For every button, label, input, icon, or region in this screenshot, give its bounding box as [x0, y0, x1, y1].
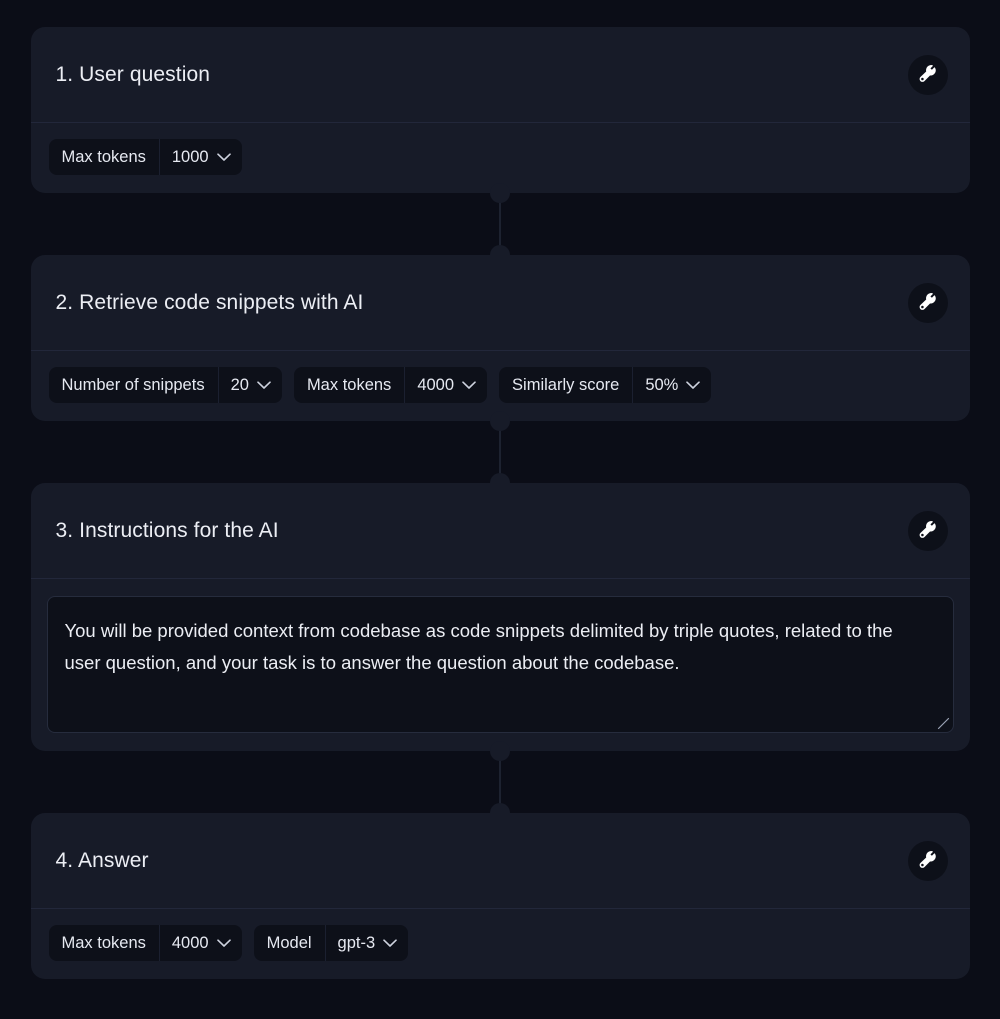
control-value: 50% — [645, 376, 678, 395]
step-4-controls: Max tokens 4000 Model gpt-3 — [31, 909, 970, 979]
control-max-tokens[interactable]: Max tokens 1000 — [49, 139, 242, 175]
control-label: Max tokens — [49, 139, 160, 175]
step-2-header: 2. Retrieve code snippets with AI — [31, 255, 970, 351]
control-value-wrap[interactable]: 4000 — [405, 367, 487, 403]
chevron-down-icon — [462, 376, 476, 395]
step-3-body: You will be provided context from codeba… — [31, 579, 970, 751]
step-4-header: 4. Answer — [31, 813, 970, 909]
control-value: 4000 — [172, 934, 209, 953]
chevron-down-icon — [383, 934, 397, 953]
step-1-title: 1. User question — [56, 62, 211, 87]
connector-2-3 — [31, 421, 970, 483]
chevron-down-icon — [217, 934, 231, 953]
control-value-wrap[interactable]: 20 — [219, 367, 282, 403]
control-label: Similarly score — [499, 367, 633, 403]
wrench-icon — [917, 520, 938, 541]
step-card-1: 1. User question Max tokens 1000 — [31, 27, 970, 193]
control-label: Model — [254, 925, 326, 961]
control-value-wrap[interactable]: gpt-3 — [326, 925, 409, 961]
step-card-3: 3. Instructions for the AI You will be p… — [31, 483, 970, 751]
instructions-textarea[interactable]: You will be provided context from codeba… — [47, 596, 954, 733]
wrench-icon — [917, 64, 938, 85]
connector-1-2 — [31, 193, 970, 255]
control-value: 1000 — [172, 148, 209, 167]
wrench-icon — [917, 292, 938, 313]
step-1-header: 1. User question — [31, 27, 970, 123]
step-4-settings-button[interactable] — [908, 841, 948, 881]
control-max-tokens[interactable]: Max tokens 4000 — [294, 367, 487, 403]
connector-3-4 — [31, 751, 970, 813]
control-similarly-score[interactable]: Similarly score 50% — [499, 367, 711, 403]
chevron-down-icon — [217, 148, 231, 167]
control-label: Number of snippets — [49, 367, 219, 403]
step-card-4: 4. Answer Max tokens 4000 — [31, 813, 970, 979]
control-number-of-snippets[interactable]: Number of snippets 20 — [49, 367, 282, 403]
chevron-down-icon — [257, 376, 271, 395]
control-value-wrap[interactable]: 1000 — [160, 139, 242, 175]
step-4-title: 4. Answer — [56, 848, 149, 873]
control-value: 20 — [231, 376, 249, 395]
step-2-settings-button[interactable] — [908, 283, 948, 323]
connector-dot-top — [490, 411, 510, 431]
connector-dot-top — [490, 183, 510, 203]
control-label: Max tokens — [49, 925, 160, 961]
control-max-tokens[interactable]: Max tokens 4000 — [49, 925, 242, 961]
step-2-title: 2. Retrieve code snippets with AI — [56, 290, 364, 315]
chevron-down-icon — [686, 376, 700, 395]
control-value: gpt-3 — [338, 934, 376, 953]
pipeline-flow: 1. User question Max tokens 1000 — [0, 0, 1000, 1019]
control-value-wrap[interactable]: 4000 — [160, 925, 242, 961]
wrench-icon — [917, 850, 938, 871]
step-1-settings-button[interactable] — [908, 55, 948, 95]
control-model[interactable]: Model gpt-3 — [254, 925, 409, 961]
step-3-header: 3. Instructions for the AI — [31, 483, 970, 579]
control-value: 4000 — [417, 376, 454, 395]
connector-dot-top — [490, 741, 510, 761]
step-card-2: 2. Retrieve code snippets with AI Number… — [31, 255, 970, 421]
step-3-title: 3. Instructions for the AI — [56, 518, 279, 543]
control-label: Max tokens — [294, 367, 405, 403]
step-3-settings-button[interactable] — [908, 511, 948, 551]
control-value-wrap[interactable]: 50% — [633, 367, 711, 403]
